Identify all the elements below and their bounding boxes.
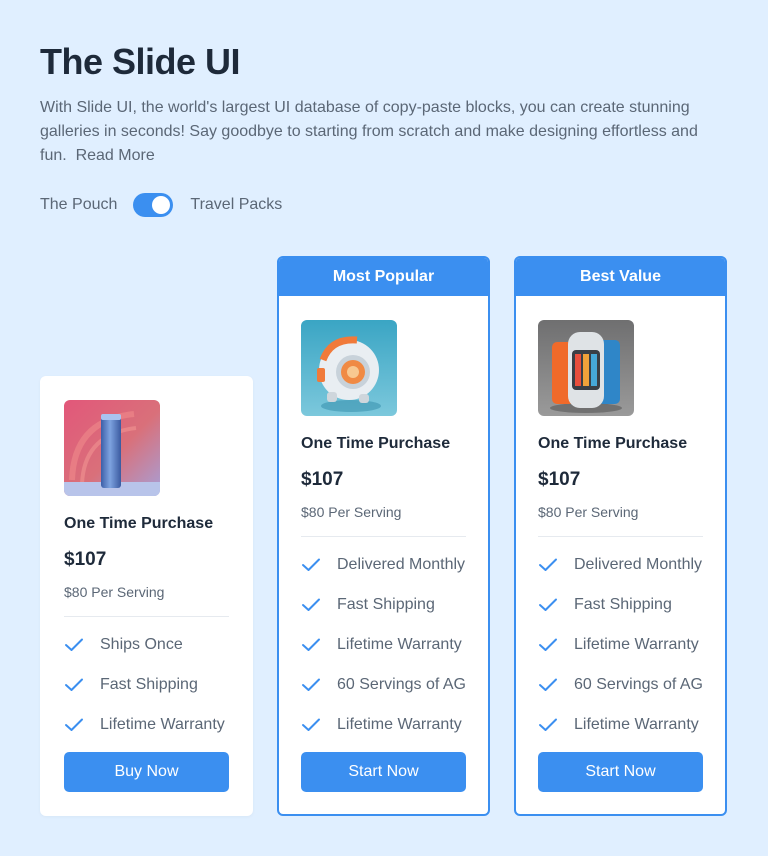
feature-item: Fast Shipping	[64, 665, 229, 705]
feature-text: Lifetime Warranty	[337, 636, 462, 653]
feature-text: Fast Shipping	[337, 596, 435, 613]
card-product-name: One Time Purchase	[64, 515, 214, 532]
pricing-card-most-popular: Most Popular One Time Purchase $107 $80 …	[277, 256, 490, 816]
feature-text: Lifetime Warranty	[574, 636, 699, 653]
check-icon	[302, 678, 320, 691]
card-divider	[538, 536, 703, 537]
check-icon	[65, 678, 83, 691]
feature-item: Delivered Monthly	[301, 545, 466, 585]
feature-item: Lifetime Warranty	[301, 625, 466, 665]
card-product-name: One Time Purchase	[301, 435, 451, 452]
check-icon	[539, 598, 557, 611]
card-price: $107	[64, 549, 107, 570]
check-icon	[539, 678, 557, 691]
check-icon	[65, 718, 83, 731]
check-icon	[539, 718, 557, 731]
read-more-link[interactable]: Read More	[76, 147, 155, 164]
card-content: One Time Purchase $107 $80 Per Serving D…	[538, 320, 703, 745]
feature-item: 60 Servings of AG1	[538, 665, 703, 705]
feature-list: Delivered Monthly Fast Shipping Lifetime…	[538, 545, 703, 745]
feature-text: Delivered Monthly	[574, 556, 703, 573]
card-content: One Time Purchase $107 $80 Per Serving D…	[301, 320, 466, 745]
buy-now-button[interactable]: Buy Now	[64, 752, 229, 792]
feature-text: Ships Once	[100, 636, 183, 653]
page-description: With Slide UI, the world's largest UI da…	[40, 96, 730, 168]
feature-text: Delivered Monthly	[337, 556, 466, 573]
plan-toggle-switch[interactable]	[133, 193, 174, 217]
feature-text: 60 Servings of AG1	[574, 676, 703, 693]
feature-text: Fast Shipping	[574, 596, 672, 613]
feature-item: Ships Once	[64, 625, 229, 665]
toggle-knob	[152, 196, 171, 214]
card-price: $107	[538, 469, 581, 490]
plan-toggle-row: The Pouch Travel Packs	[40, 192, 282, 218]
feature-item: Delivered Monthly	[538, 545, 703, 585]
feature-item: Lifetime Warranty	[538, 705, 703, 745]
card-divider	[301, 536, 466, 537]
feature-item: 60 Servings of AG1	[301, 665, 466, 705]
best-value-ribbon: Best Value	[516, 258, 725, 296]
feature-item: Lifetime Warranty	[538, 625, 703, 665]
card-per-serving: $80 Per Serving	[301, 504, 402, 520]
feature-item: Lifetime Warranty	[64, 705, 229, 745]
page-title: The Slide UI	[40, 41, 241, 82]
battery-device-image	[538, 320, 634, 416]
feature-text: Fast Shipping	[100, 676, 198, 693]
pricing-card-best-value: Best Value One Time Purchase $107 $80 Pe…	[514, 256, 727, 816]
feature-text: 60 Servings of AG1	[337, 676, 466, 693]
card-per-serving: $80 Per Serving	[64, 584, 165, 600]
feature-item: Lifetime Warranty	[301, 705, 466, 745]
feature-item: Fast Shipping	[538, 585, 703, 625]
card-price: $107	[301, 469, 344, 490]
check-icon	[302, 638, 320, 651]
card-product-name: One Time Purchase	[538, 435, 688, 452]
check-icon	[539, 558, 557, 571]
feature-list: Ships Once Fast Shipping Lifetime Warran…	[64, 625, 229, 745]
pricing-card-pouch: One Time Purchase $107 $80 Per Serving S…	[40, 376, 253, 816]
feature-item: Fast Shipping	[301, 585, 466, 625]
toggle-left-label: The Pouch	[40, 196, 118, 213]
check-icon	[302, 598, 320, 611]
start-now-button[interactable]: Start Now	[301, 752, 466, 792]
card-content: One Time Purchase $107 $80 Per Serving S…	[64, 400, 229, 745]
check-icon	[539, 638, 557, 651]
most-popular-ribbon: Most Popular	[279, 258, 488, 296]
cylinder-product-image	[64, 400, 160, 496]
feature-text: Lifetime Warranty	[337, 716, 462, 733]
robot-device-image	[301, 320, 397, 416]
check-icon	[65, 638, 83, 651]
card-divider	[64, 616, 229, 617]
toggle-right-label: Travel Packs	[190, 196, 283, 213]
check-icon	[302, 558, 320, 571]
feature-text: Lifetime Warranty	[100, 716, 225, 733]
check-icon	[302, 718, 320, 731]
start-now-button[interactable]: Start Now	[538, 752, 703, 792]
feature-list: Delivered Monthly Fast Shipping Lifetime…	[301, 545, 466, 745]
card-per-serving: $80 Per Serving	[538, 504, 639, 520]
feature-text: Lifetime Warranty	[574, 716, 699, 733]
